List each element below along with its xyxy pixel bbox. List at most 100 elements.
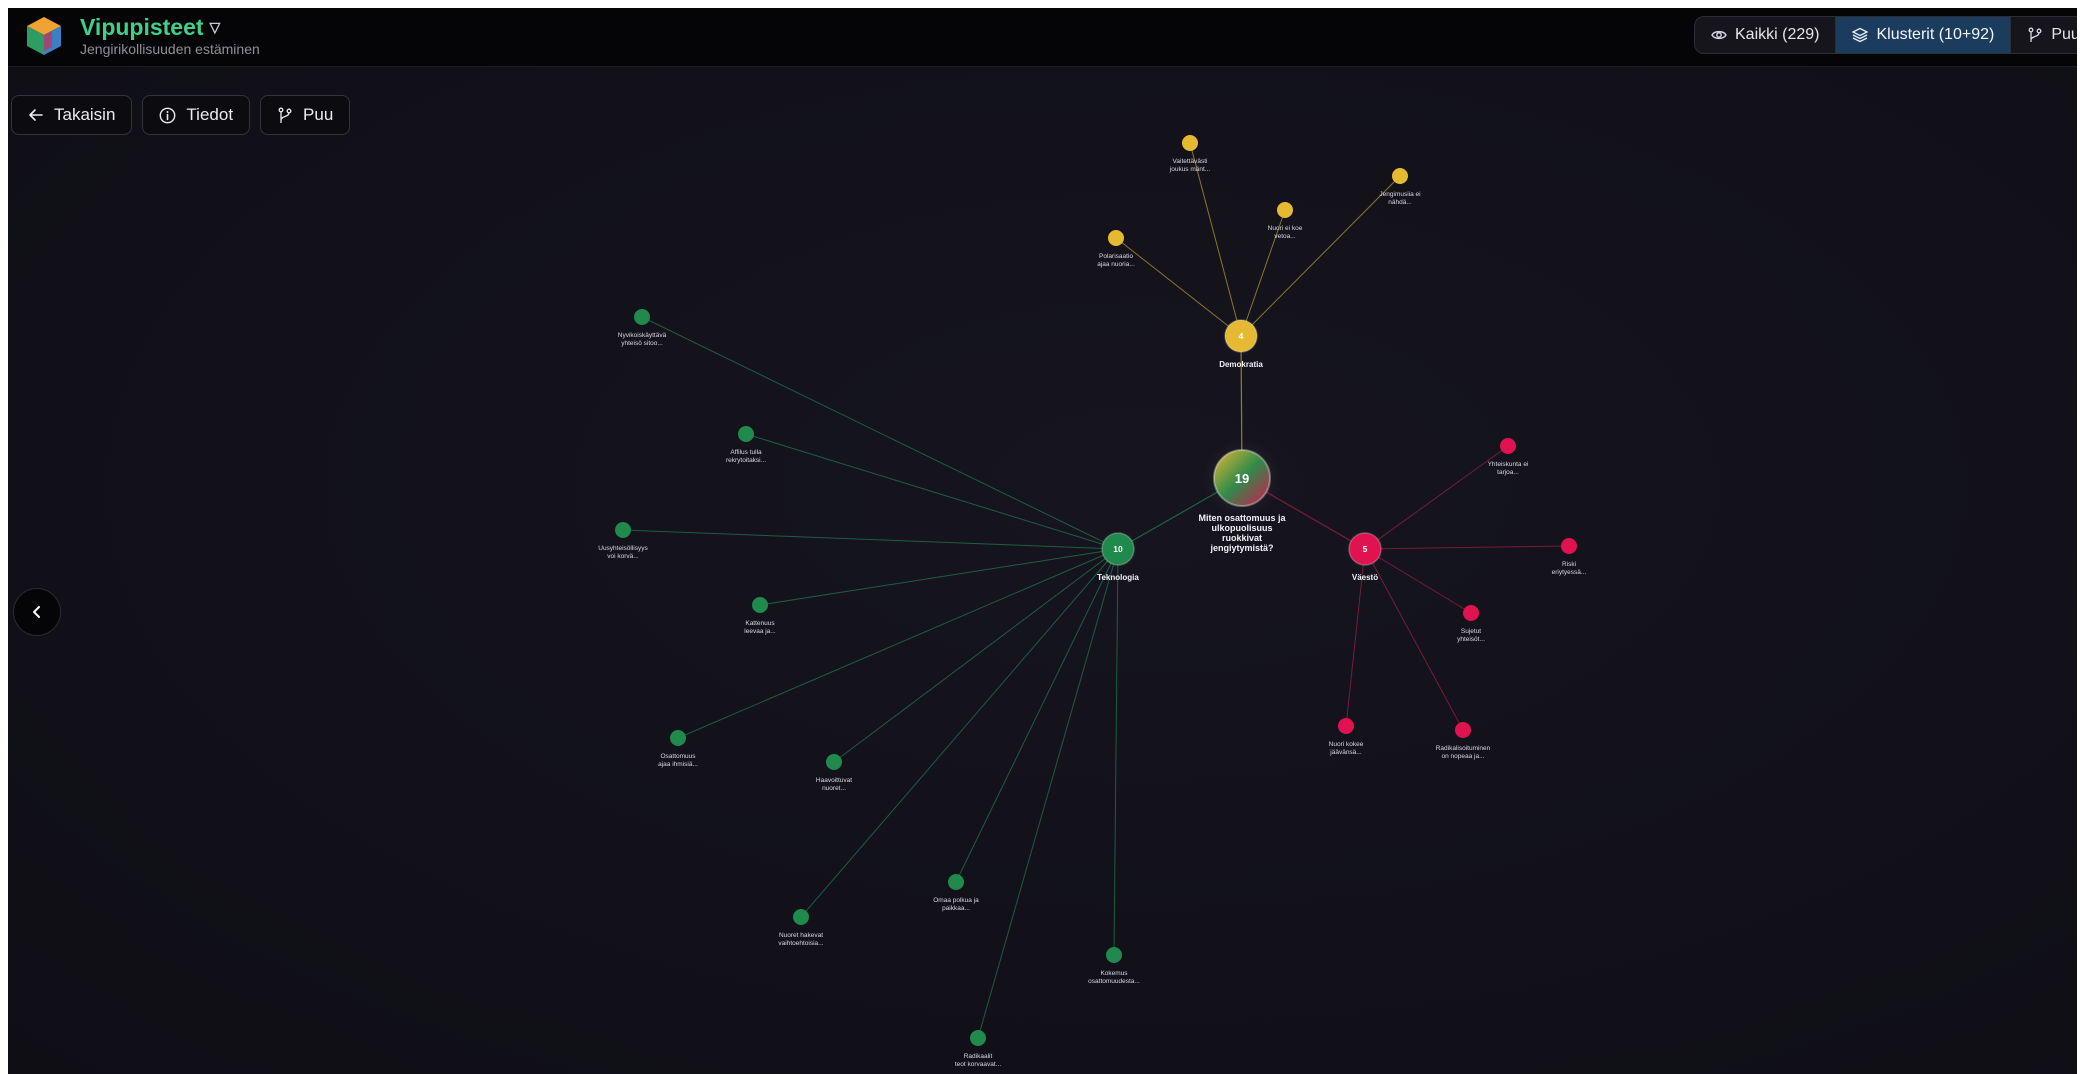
leaf-node-label: Osattomuus: [660, 753, 696, 760]
root-node-label: jengiytymistä?: [1209, 543, 1273, 553]
leaf-node-circle: [752, 597, 768, 613]
leaf-node-label: Uusyhteisöllisyys: [598, 545, 648, 552]
leaf-node-label: vetoa...: [1274, 233, 1296, 240]
edge-leaf: [1364, 445, 1509, 550]
info-icon: [160, 107, 176, 123]
leaf-node-circle: [670, 730, 686, 746]
cluster-node-teknologia[interactable]: 10 Teknologia: [1097, 529, 1139, 582]
edge-leaf: [1364, 545, 1570, 550]
leaf-node-label: Omaa polkua ja: [933, 897, 979, 904]
edge-leaf: [1364, 548, 1464, 731]
edge-leaf: [677, 548, 1119, 739]
leaf-node[interactable]: Sujetutyhteisöt...: [1457, 605, 1485, 643]
app-logo-icon: [27, 17, 61, 55]
leaf-node-label: ajaa nuoria...: [1097, 261, 1135, 268]
leaf-node-circle: [793, 909, 809, 925]
leaf-node[interactable]: Kokemusosattomuudesta...: [1088, 947, 1140, 985]
leaf-node-circle: [1500, 438, 1516, 454]
top-bar: Vipupisteet ▽ Jengirikollisuuden estämine…: [8, 8, 2077, 67]
tree-button[interactable]: Puu: [260, 95, 351, 135]
leaf-node-label: Affilus tulla: [730, 449, 762, 456]
leaf-node-label: Yhteiskunta ei: [1488, 461, 1529, 468]
leaf-node-circle: [1277, 202, 1293, 218]
root-node-label: ruokkivat: [1222, 533, 1262, 543]
leaf-node-label: nuoret...: [822, 785, 846, 792]
leaf-node-label: Jengimusiia ei: [1379, 191, 1420, 198]
leaf-node-label: Sujetut: [1461, 628, 1481, 635]
tab-klusterit-label: Klusterit (10+92): [1876, 26, 1995, 43]
tab-puun[interactable]: Puun: [2011, 17, 2077, 53]
git-branch-icon: [2028, 27, 2042, 42]
leaf-node-label: Radikalisoituminen: [1436, 745, 1491, 752]
leaf-node-circle: [1392, 168, 1408, 184]
app-window: Vaitettävästi joukus mänt... Jengimusiia e…: [8, 8, 2077, 1074]
edge-leaf: [1113, 548, 1119, 956]
leaf-node-circle: [826, 754, 842, 770]
leaf-node-label: voi korvä...: [607, 553, 639, 560]
leaf-node[interactable]: Riskieriytyessä...: [1552, 538, 1587, 576]
leaf-node[interactable]: Vaitettävästijoukus mänt...: [1169, 135, 1211, 173]
sidebar-toggle-button[interactable]: [13, 588, 61, 636]
root-node-label: ulkopuolisuus: [1211, 523, 1272, 533]
root-node-count: 19: [1235, 471, 1249, 486]
leaf-node[interactable]: Radikalisoituminenon nopeaa ja...: [1436, 722, 1491, 760]
leaf-node-label: Nuori kokee: [1329, 741, 1364, 748]
leaf-node-label: ajaa ihmisiä...: [658, 761, 698, 768]
leaf-node-circle: [1561, 538, 1577, 554]
leaf-node[interactable]: Osattomuusajaa ihmisiä...: [658, 730, 698, 768]
leaf-node-label: Nuori ei koe: [1268, 225, 1303, 232]
tab-puun-label: Puun: [2051, 26, 2077, 43]
page-subtitle: Jengirikollisuuden estäminen: [80, 41, 260, 57]
leaf-node-circle: [1108, 230, 1124, 246]
tab-klusterit[interactable]: Klusterit (10+92): [1836, 17, 2012, 53]
leaf-node-label: rekrytoitaksi...: [726, 457, 766, 464]
leaf-node[interactable]: Affilus tullarekrytoitaksi...: [726, 426, 766, 464]
edge-leaf: [833, 548, 1119, 763]
leaf-node[interactable]: Omaa polkua japaikkaa...: [933, 874, 979, 912]
leaf-node-label: jäävänsä...: [1329, 749, 1362, 756]
leaf-node-label: Nyvikoiskäyttävä: [618, 332, 667, 339]
leaf-node[interactable]: Kattenuusleevaa ja...: [744, 597, 776, 635]
leaf-node-circle: [1182, 135, 1198, 151]
git-branch-icon: [278, 107, 292, 123]
cluster-node-label: Väestö: [1352, 573, 1378, 582]
root-node-label: Miten osattomuus ja: [1198, 513, 1286, 523]
cluster-node-demokratia[interactable]: 4 Demokratia: [1219, 316, 1263, 369]
edge-leaf: [759, 548, 1119, 606]
root-question-node[interactable]: 19 Miten osattomuus jaulkopuolisuusruokki…: [1198, 438, 1286, 553]
chevron-left-icon: [33, 606, 40, 618]
leaf-node-label: nähdä...: [1388, 199, 1412, 206]
leaf-node-label: tarjoa...: [1497, 469, 1519, 476]
leaf-node[interactable]: Yhteiskunta eitarjoa...: [1488, 438, 1529, 476]
edge-leaf: [1240, 175, 1401, 337]
app-title-dropdown[interactable]: Vipupisteet ▽: [80, 14, 220, 41]
leaf-node[interactable]: Nuori ei koevetoa...: [1268, 202, 1303, 240]
leaf-node-circle: [948, 874, 964, 890]
cluster-node-count: 10: [1113, 544, 1123, 554]
cluster-graph[interactable]: Vaitettävästijoukus mänt... Jengimusiia e…: [8, 8, 2077, 1074]
tab-kaikki[interactable]: Kaikki (229): [1695, 17, 1837, 53]
leaf-node[interactable]: Haavoittuvatnuoret...: [816, 754, 852, 792]
leaf-node[interactable]: Nuori kokeejäävänsä...: [1329, 718, 1364, 756]
leaf-node[interactable]: Nuoret hakevatvaihtoehtoisia...: [778, 909, 824, 947]
leaf-node-label: teot korvaavat...: [955, 1061, 1001, 1068]
leaf-node-label: yhteisöt...: [1457, 636, 1485, 643]
leaf-node-label: Riski: [1562, 561, 1576, 568]
leaf-node-label: Radikaalit: [964, 1053, 993, 1060]
back-button[interactable]: Takaisin: [11, 95, 133, 135]
leaf-node-circle: [738, 426, 754, 442]
leaf-node[interactable]: Nyvikoiskäyttäväyhteisö sitoo...: [618, 309, 667, 347]
leaf-node[interactable]: Radikaalitteot korvaavat...: [955, 1030, 1001, 1068]
leaf-node-circle: [615, 522, 631, 538]
cluster-node-count: 5: [1363, 544, 1368, 554]
leaf-node-label: leevaa ja...: [744, 628, 776, 635]
leaf-node[interactable]: Jengimusiia einähdä...: [1379, 168, 1421, 206]
chevron-down-icon: ▽: [209, 19, 221, 35]
edge-leaf: [622, 529, 1119, 550]
cluster-node-count: 4: [1239, 331, 1244, 341]
leaf-node-label: eriytyessä...: [1552, 569, 1587, 576]
leaf-node[interactable]: Uusyhteisöllisyysvoi korvä...: [598, 522, 648, 560]
cluster-node-label: Teknologia: [1097, 573, 1139, 582]
info-button[interactable]: Tiedot: [142, 95, 251, 135]
leaf-node-label: Haavoittuvat: [816, 777, 852, 784]
